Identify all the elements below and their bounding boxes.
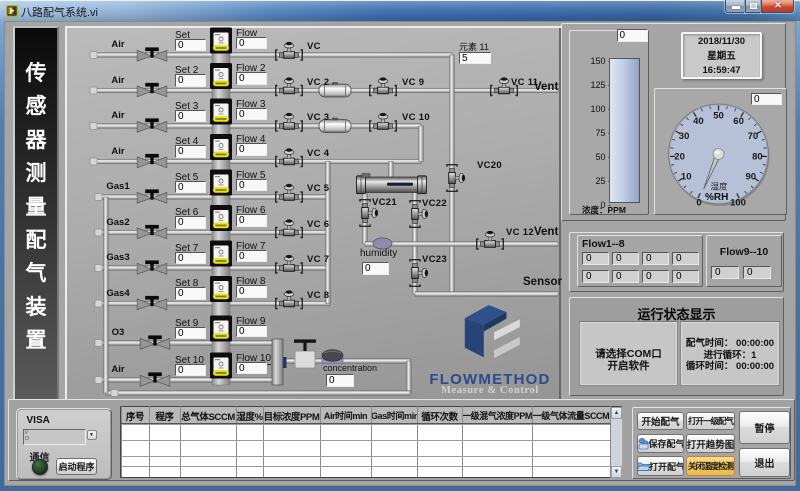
svg-text:90: 90 bbox=[746, 171, 757, 182]
svg-text:10: 10 bbox=[681, 171, 692, 182]
svg-text:50: 50 bbox=[713, 111, 724, 122]
svg-text:70: 70 bbox=[748, 131, 759, 142]
svg-text:60: 60 bbox=[733, 116, 744, 127]
svg-text:0: 0 bbox=[696, 198, 701, 209]
svg-text:湿度: 湿度 bbox=[711, 182, 729, 192]
svg-text:80: 80 bbox=[752, 152, 763, 163]
svg-text:20: 20 bbox=[674, 152, 685, 163]
svg-text:30: 30 bbox=[679, 131, 690, 142]
svg-text:40: 40 bbox=[693, 116, 704, 127]
